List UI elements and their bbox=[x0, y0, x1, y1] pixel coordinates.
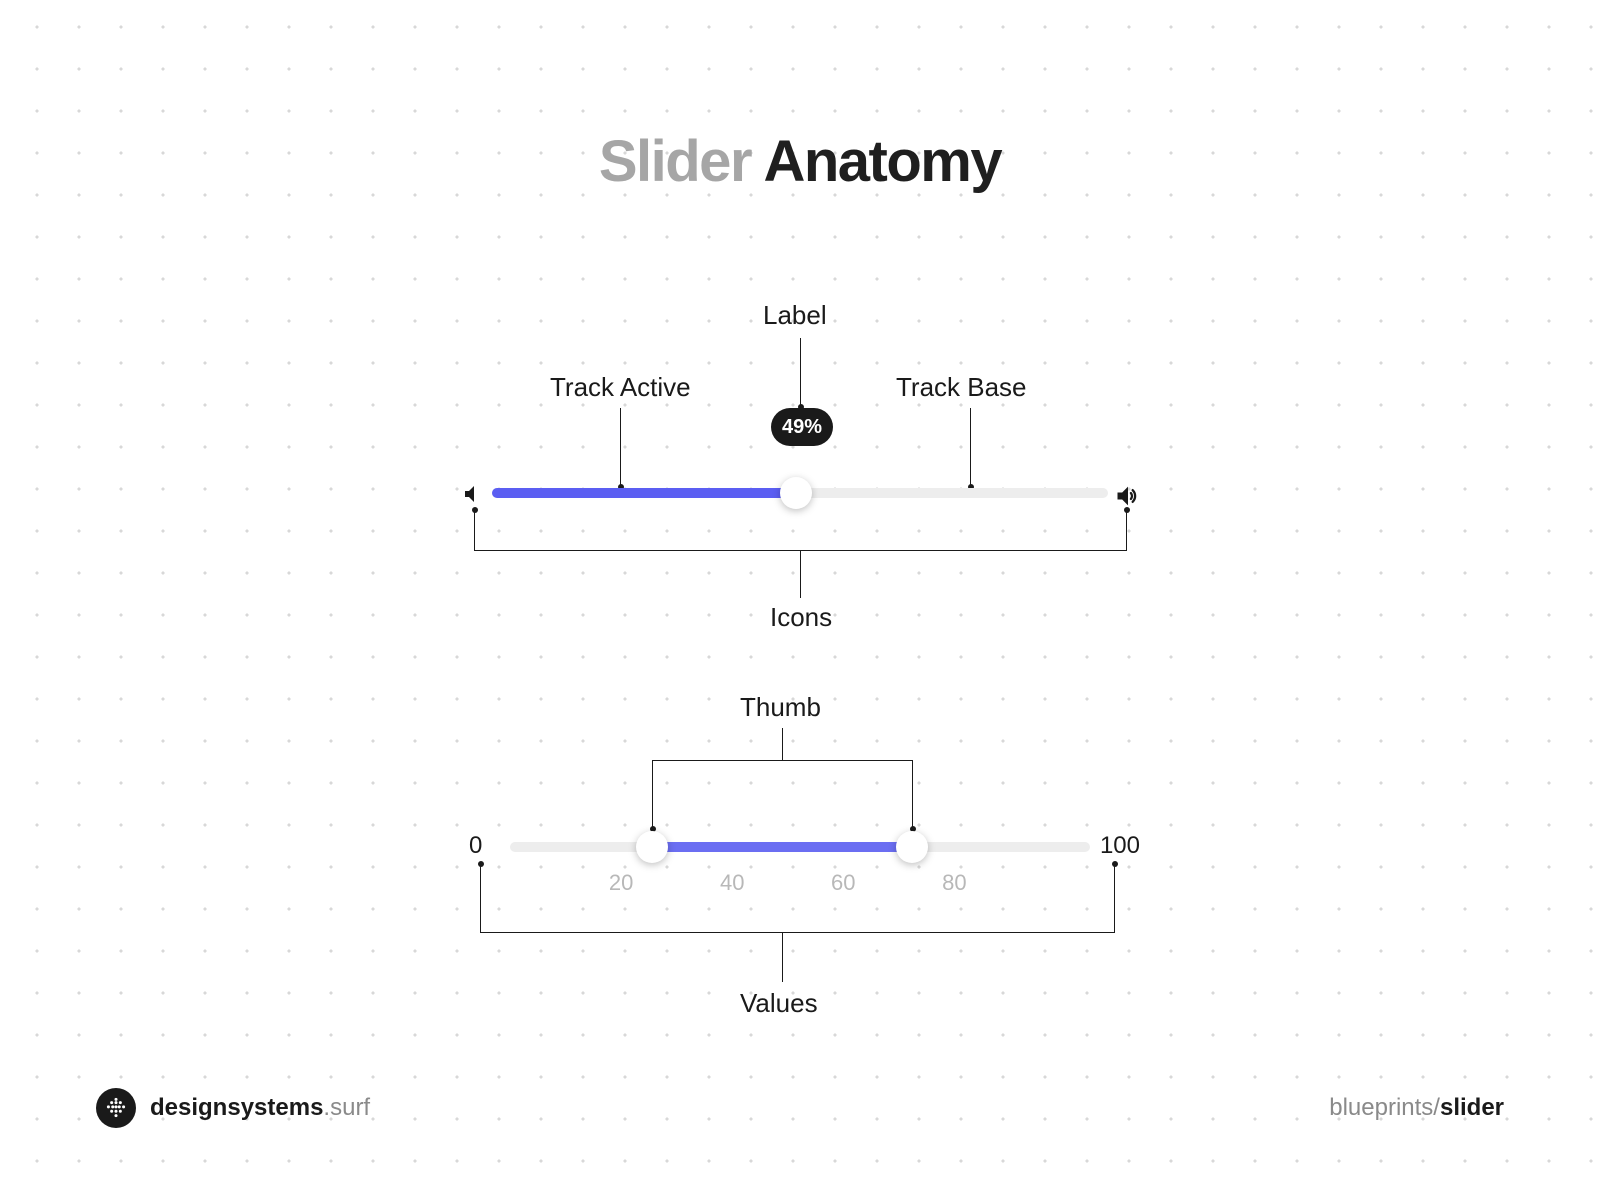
connector-line bbox=[970, 408, 971, 486]
annotation-thumb: Thumb bbox=[740, 692, 821, 723]
volume-mute-icon bbox=[462, 482, 486, 506]
connector-dot bbox=[478, 861, 484, 867]
connector-line bbox=[480, 932, 1115, 933]
brand-domain: .surf bbox=[323, 1094, 370, 1121]
connector-dot bbox=[472, 507, 478, 513]
annotation-icons: Icons bbox=[770, 602, 832, 633]
breadcrumb-section: blueprints/ bbox=[1329, 1094, 1440, 1121]
footer: designsystems.surf blueprints/slider bbox=[96, 1088, 1504, 1128]
slider-tick: 40 bbox=[720, 870, 744, 896]
connector-line bbox=[1114, 864, 1115, 932]
slider-track-active[interactable] bbox=[492, 488, 792, 498]
annotation-track-active: Track Active bbox=[550, 372, 691, 403]
breadcrumb-current: slider bbox=[1440, 1094, 1504, 1121]
connector-line bbox=[800, 338, 801, 406]
slider-thumb[interactable] bbox=[780, 477, 812, 509]
slider-max-value: 100 bbox=[1100, 832, 1140, 860]
annotation-track-base: Track Base bbox=[896, 372, 1027, 403]
slider-value-label: 49% bbox=[771, 408, 833, 446]
connector-line bbox=[782, 728, 783, 760]
connector-line bbox=[652, 760, 913, 761]
connector-dot bbox=[1112, 861, 1118, 867]
page-title: Slider Anatomy bbox=[0, 128, 1600, 195]
logo-icon bbox=[96, 1088, 136, 1128]
breadcrumb: blueprints/slider bbox=[1329, 1094, 1504, 1122]
slider-track-active[interactable] bbox=[652, 842, 912, 852]
connector-line bbox=[912, 760, 913, 828]
slider-tick: 80 bbox=[942, 870, 966, 896]
connector-line bbox=[800, 550, 801, 598]
connector-line bbox=[782, 932, 783, 982]
slider-min-value: 0 bbox=[469, 832, 482, 860]
slider-thumb-start[interactable] bbox=[636, 831, 668, 863]
brand: designsystems.surf bbox=[96, 1088, 370, 1128]
connector-line bbox=[480, 864, 481, 932]
brand-name: designsystems bbox=[150, 1094, 323, 1121]
slider-tick: 20 bbox=[609, 870, 633, 896]
annotation-label: Label bbox=[763, 300, 827, 331]
slider-tick-row: 0 20 40 60 80 100 bbox=[510, 870, 1090, 896]
title-prefix: Slider bbox=[599, 129, 751, 194]
connector-line bbox=[1126, 510, 1127, 550]
slider-thumb-end[interactable] bbox=[896, 831, 928, 863]
title-main: Anatomy bbox=[763, 129, 1001, 194]
connector-line bbox=[620, 408, 621, 486]
slider-tick: 60 bbox=[831, 870, 855, 896]
connector-line bbox=[652, 760, 653, 828]
annotation-values: Values bbox=[740, 988, 818, 1019]
volume-up-icon bbox=[1114, 482, 1142, 510]
connector-line bbox=[474, 510, 475, 550]
